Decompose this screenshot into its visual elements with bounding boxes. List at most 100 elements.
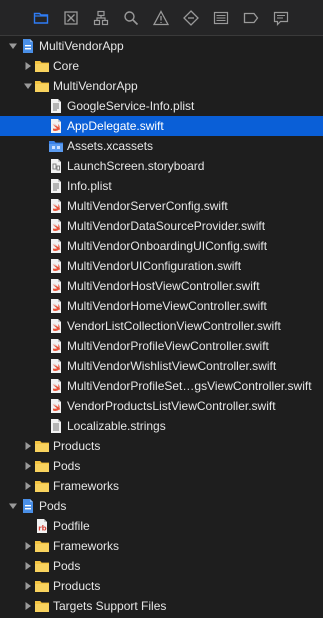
project-icon bbox=[20, 498, 36, 514]
breakpoint-icon[interactable] bbox=[242, 9, 260, 27]
navigator-item-label: MultiVendorDataSourceProvider.swift bbox=[67, 219, 266, 233]
disclosure-closed-icon[interactable] bbox=[23, 601, 33, 611]
disclosure-open-icon[interactable] bbox=[8, 501, 18, 511]
navigator-item-label: MultiVendorWishlistViewController.swift bbox=[67, 359, 277, 373]
navigator-file-row[interactable]: LaunchScreen.storyboard bbox=[0, 156, 323, 176]
navigator-group-row[interactable]: MultiVendorApp bbox=[0, 76, 323, 96]
navigator-item-label: Frameworks bbox=[53, 539, 120, 553]
navigator-item-label: Podfile bbox=[53, 519, 90, 533]
disclosure-closed-icon[interactable] bbox=[23, 581, 33, 591]
navigator-group-row[interactable]: Pods bbox=[0, 456, 323, 476]
disclosure-open-icon[interactable] bbox=[23, 81, 33, 91]
navigator-item-label: Pods bbox=[53, 459, 81, 473]
project-icon bbox=[20, 38, 36, 54]
strings-file-icon bbox=[48, 418, 64, 434]
navigator-file-row[interactable]: rb Podfile bbox=[0, 516, 323, 536]
navigator-file-row[interactable]: AppDelegate.swift bbox=[0, 116, 323, 136]
navigator-item-label: Targets Support Files bbox=[53, 599, 167, 613]
folder-icon bbox=[34, 458, 50, 474]
navigator-item-label: VendorProductsListViewController.swift bbox=[67, 399, 276, 413]
navigator-group-row[interactable]: Pods bbox=[0, 556, 323, 576]
swift-file-icon bbox=[48, 278, 64, 294]
swift-file-icon bbox=[48, 118, 64, 134]
navigator-item-label: VendorListCollectionViewController.swift bbox=[67, 319, 281, 333]
navigator-group-row[interactable]: Pods bbox=[0, 496, 323, 516]
navigator-file-row[interactable]: Info.plist bbox=[0, 176, 323, 196]
navigator-item-label: MultiVendorHomeViewController.swift bbox=[67, 299, 267, 313]
navigator-item-label: MultiVendorHostViewController.swift bbox=[67, 279, 260, 293]
folder-icon bbox=[34, 538, 50, 554]
navigator-item-label: Pods bbox=[39, 499, 67, 513]
navigator-group-row[interactable]: Products bbox=[0, 436, 323, 456]
swift-file-icon bbox=[48, 398, 64, 414]
hierarchy-icon[interactable] bbox=[92, 9, 110, 27]
navigator-file-row[interactable]: Localizable.strings bbox=[0, 416, 323, 436]
navigator-group-row[interactable]: Frameworks bbox=[0, 536, 323, 556]
navigator-group-row[interactable]: MultiVendorApp bbox=[0, 36, 323, 56]
navigator-item-label: Products bbox=[53, 439, 101, 453]
navigator-file-row[interactable]: MultiVendorHostViewController.swift bbox=[0, 276, 323, 296]
swift-file-icon bbox=[48, 298, 64, 314]
storyboard-file-icon bbox=[48, 158, 64, 174]
folder-icon[interactable] bbox=[32, 9, 50, 27]
navigator-toolbar bbox=[0, 0, 323, 36]
navigator-file-row[interactable]: MultiVendorProfileViewController.swift bbox=[0, 336, 323, 356]
swift-file-icon bbox=[48, 378, 64, 394]
folder-icon bbox=[34, 478, 50, 494]
test-icon[interactable] bbox=[182, 9, 200, 27]
swift-file-icon bbox=[48, 358, 64, 374]
disclosure-closed-icon[interactable] bbox=[23, 461, 33, 471]
search-icon[interactable] bbox=[122, 9, 140, 27]
navigator-group-row[interactable]: Frameworks bbox=[0, 476, 323, 496]
navigator-file-row[interactable]: MultiVendorProfileSet…gsViewController.s… bbox=[0, 376, 323, 396]
navigator-item-label: MultiVendorApp bbox=[53, 79, 138, 93]
navigator-group-row[interactable]: Products bbox=[0, 576, 323, 596]
navigator-item-label: MultiVendorServerConfig.swift bbox=[67, 199, 228, 213]
navigator-file-row[interactable]: MultiVendorServerConfig.swift bbox=[0, 196, 323, 216]
debug-icon[interactable] bbox=[212, 9, 230, 27]
source-control-icon[interactable] bbox=[62, 9, 80, 27]
navigator-file-row[interactable]: VendorListCollectionViewController.swift bbox=[0, 316, 323, 336]
folder-icon bbox=[34, 578, 50, 594]
plist-file-icon bbox=[48, 98, 64, 114]
navigator-file-row[interactable]: MultiVendorUIConfiguration.swift bbox=[0, 256, 323, 276]
navigator-file-row[interactable]: MultiVendorDataSourceProvider.swift bbox=[0, 216, 323, 236]
folder-icon bbox=[34, 58, 50, 74]
folder-icon bbox=[34, 78, 50, 94]
navigator-item-label: Core bbox=[53, 59, 80, 73]
navigator-item-label: Products bbox=[53, 579, 101, 593]
navigator-group-row[interactable]: Core bbox=[0, 56, 323, 76]
disclosure-closed-icon[interactable] bbox=[23, 481, 33, 491]
navigator-file-row[interactable]: VendorProductsListViewController.swift bbox=[0, 396, 323, 416]
navigator-item-label: Frameworks bbox=[53, 479, 120, 493]
disclosure-closed-icon[interactable] bbox=[23, 541, 33, 551]
navigator-item-label: MultiVendorProfileViewController.swift bbox=[67, 339, 269, 353]
navigator-item-label: LaunchScreen.storyboard bbox=[67, 159, 205, 173]
project-navigator-tree: MultiVendorApp Core MultiVendorApp GoogleSe… bbox=[0, 36, 323, 618]
disclosure-open-icon[interactable] bbox=[8, 41, 18, 51]
folder-icon bbox=[34, 598, 50, 614]
swift-file-icon bbox=[48, 318, 64, 334]
issue-icon[interactable] bbox=[152, 9, 170, 27]
plist-file-icon bbox=[48, 178, 64, 194]
folder-icon bbox=[34, 558, 50, 574]
navigator-group-row[interactable]: Targets Support Files bbox=[0, 596, 323, 616]
navigator-file-row[interactable]: Assets.xcassets bbox=[0, 136, 323, 156]
navigator-item-label: Info.plist bbox=[67, 179, 112, 193]
navigator-file-row[interactable]: MultiVendorWishlistViewController.swift bbox=[0, 356, 323, 376]
assets-catalog-icon bbox=[48, 138, 64, 154]
disclosure-closed-icon[interactable] bbox=[23, 441, 33, 451]
disclosure-closed-icon[interactable] bbox=[23, 61, 33, 71]
navigator-file-row[interactable]: GoogleService-Info.plist bbox=[0, 96, 323, 116]
report-icon[interactable] bbox=[272, 9, 290, 27]
swift-file-icon bbox=[48, 218, 64, 234]
navigator-item-label: Pods bbox=[53, 559, 81, 573]
disclosure-closed-icon[interactable] bbox=[23, 561, 33, 571]
folder-icon bbox=[34, 438, 50, 454]
navigator-item-label: MultiVendorProfileSet…gsViewController.s… bbox=[67, 379, 312, 393]
navigator-file-row[interactable]: MultiVendorHomeViewController.swift bbox=[0, 296, 323, 316]
navigator-file-row[interactable]: MultiVendorOnboardingUIConfig.swift bbox=[0, 236, 323, 256]
swift-file-icon bbox=[48, 338, 64, 354]
swift-file-icon bbox=[48, 238, 64, 254]
navigator-item-label: MultiVendorApp bbox=[39, 39, 124, 53]
